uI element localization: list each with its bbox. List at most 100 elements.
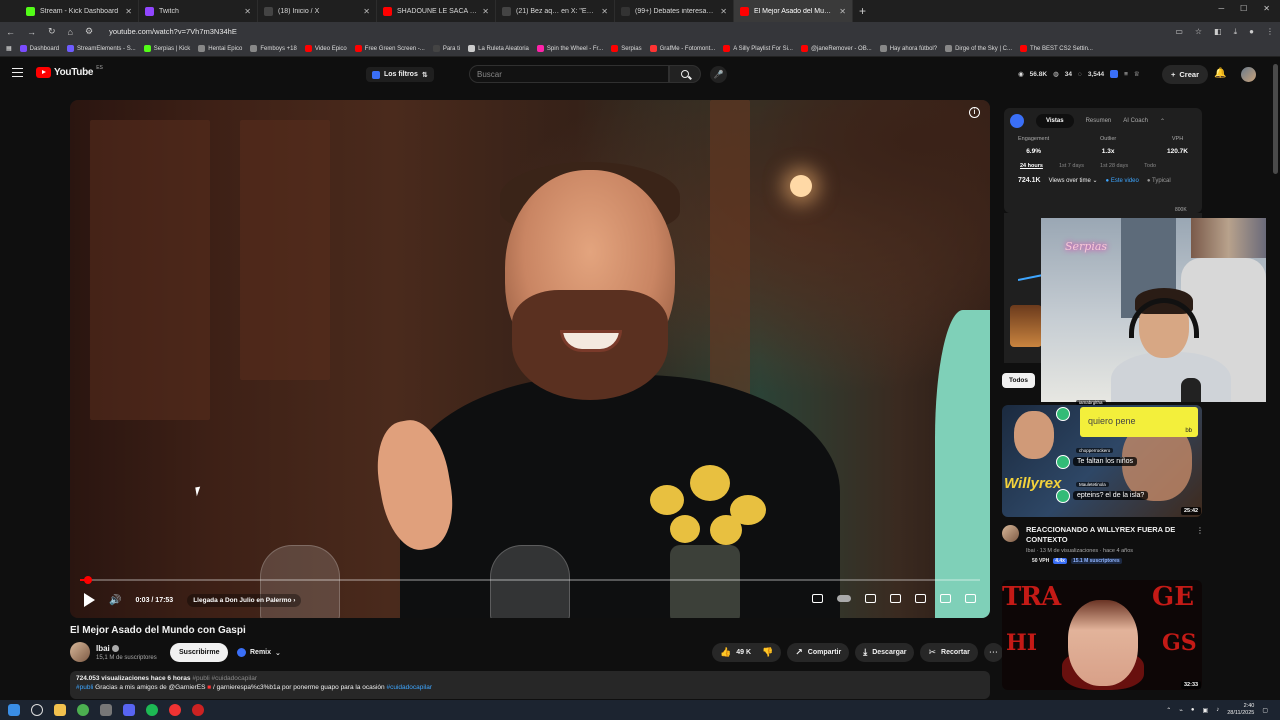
share-button[interactable]: ↗ Compartir [787,643,850,662]
extension-icon[interactable] [1110,70,1119,78]
cast-icon[interactable]: ▭ [1175,27,1183,37]
bookmark[interactable]: Serpias [611,45,642,52]
browser-tab[interactable]: Twitch ✕ [139,0,258,22]
subtitles-icon[interactable] [865,594,876,603]
more-options-icon[interactable]: ⋮ [1196,526,1204,535]
bookmark[interactable]: Dashboard [19,45,59,52]
minimize-icon[interactable]: ─ [1218,4,1224,13]
bookmark[interactable]: StreamElements - S... [67,45,136,52]
sidebar-thumbnail-small[interactable] [1010,305,1042,347]
app-icon[interactable] [169,704,181,716]
list-icon[interactable]: ≡ [1124,71,1128,78]
progress-bar[interactable] [80,576,980,584]
range-7d[interactable]: 1st 7 days [1059,163,1084,169]
forward-icon[interactable]: → [27,27,36,37]
range-24h[interactable]: 24 hours [1020,163,1043,169]
views-dropdown[interactable]: Views over time ⌄ [1049,177,1098,184]
subscribe-button[interactable]: Suscribirme [170,643,229,662]
url-field[interactable]: youtube.com/watch?v=7Vh7m3N34hE [109,27,1163,36]
bookmark[interactable]: Free Green Screen -... [354,45,425,52]
tab-ai-coach[interactable]: AI Coach [1123,118,1148,124]
filters-button[interactable]: Los filtros ⇅ [366,67,434,82]
app-icon[interactable] [100,704,112,716]
autoplay-toggle[interactable] [837,595,851,602]
obs-icon[interactable] [192,704,204,716]
bookmark[interactable]: A Silly Playlist For Si... [723,45,793,52]
notifications-bell-icon[interactable]: 🔔 [1214,68,1226,79]
cast-icon[interactable] [940,594,951,603]
close-icon[interactable]: ✕ [482,7,489,16]
collapse-icon[interactable]: ⌃ [1160,118,1165,125]
microphone-icon[interactable]: ● [1191,707,1195,713]
home-icon[interactable]: ⌂ [68,27,73,37]
profile-icon[interactable]: ● [1249,27,1254,37]
usb-icon[interactable]: ⌁ [1179,707,1183,714]
miniplayer-icon[interactable] [915,594,926,603]
voice-search-icon[interactable]: 🎤 [710,66,727,83]
notification-icon[interactable]: ▢ [1262,707,1268,714]
settings-icon[interactable] [890,594,901,603]
bookmark[interactable]: GrafMe - Fotomont... [649,45,715,52]
youtube-logo[interactable]: YouTube ES [36,65,103,78]
close-icon[interactable]: ✕ [125,7,132,16]
range-all[interactable]: Todo [1144,163,1156,169]
fullscreen-icon[interactable] [965,594,976,603]
bookmark[interactable]: La Ruleta Aleatoria [468,45,529,52]
discord-icon[interactable] [123,704,135,716]
close-icon[interactable]: ✕ [839,7,846,16]
video-player[interactable]: i 🔊 0:03 / 17:53 Llegada a Don Julio en … [70,100,990,618]
sidebar-video-title[interactable]: REACCIONANDO A WILLYREX FUERA DE CONTEXT… [1026,525,1186,545]
close-icon[interactable]: ✕ [720,7,727,16]
search-icon[interactable] [31,704,43,716]
channel-name[interactable]: Ibai [96,644,119,653]
volume-icon[interactable]: ♪ [1216,707,1219,713]
windows-start-icon[interactable] [8,704,20,716]
menu-icon[interactable]: ⋮ [1266,27,1274,37]
bookmark[interactable]: Serpias | Kick [143,45,190,52]
channel-avatar[interactable] [1002,525,1019,542]
bookmark[interactable]: Hay ahora fútbol? [879,45,937,52]
create-button[interactable]: + Crear [1162,65,1208,84]
maximize-icon[interactable]: ☐ [1240,4,1247,13]
chrome-icon[interactable] [77,704,89,716]
more-actions-icon[interactable]: ⋯ [983,643,1003,662]
close-icon[interactable]: ✕ [363,7,370,16]
clip-button[interactable]: ✂ Recortar [920,643,978,662]
bookmark[interactable]: Para ti [432,45,460,52]
clock[interactable]: 2:40 28/11/2025 [1227,703,1254,717]
browser-tab[interactable]: SHADOUNE LE SACA a XOKAS✕ [377,0,496,22]
bookmark[interactable]: Dirge of the Sky | C... [945,45,1012,52]
thumbs-down-icon[interactable]: 👎 [762,647,773,658]
bookmark[interactable]: Hentai Epico [198,45,242,52]
reload-icon[interactable]: ↻ [48,26,56,37]
hamburger-menu-icon[interactable] [12,68,23,77]
close-icon[interactable]: ✕ [601,7,608,16]
browser-tab[interactable]: Stream - Kick Dashboard ✕ [20,0,139,22]
tab-resumen[interactable]: Resumen [1086,118,1112,124]
thumbs-up-icon[interactable]: 👍 [720,647,731,658]
site-info-icon[interactable]: ⚙ [85,26,93,37]
browser-tab[interactable]: (99+) Debates interesantes con✕ [615,0,734,22]
remix-button[interactable]: Remix ⌄ [231,645,287,660]
download-icon[interactable]: ⤓ [1234,27,1238,37]
account-avatar[interactable] [1241,67,1256,82]
tab-vistas[interactable]: Vistas [1036,114,1074,128]
browser-tab[interactable]: (18) Inicio / X ✕ [258,0,377,22]
chip-todos[interactable]: Todos [1002,373,1036,388]
file-explorer-icon[interactable] [54,704,66,716]
spotify-icon[interactable] [146,704,158,716]
extension-player-icon[interactable] [812,594,823,603]
download-button[interactable]: ⤓ Descargar [855,643,915,662]
trophy-icon[interactable]: ♕ [1134,70,1140,78]
close-window-icon[interactable]: ✕ [1263,4,1270,13]
extensions-icon[interactable]: ◧ [1214,27,1222,37]
close-icon[interactable]: ✕ [244,7,251,16]
search-button[interactable] [669,65,701,83]
bookmark-star-icon[interactable]: ☆ [1195,27,1202,37]
play-icon[interactable] [84,593,95,607]
chapter-button[interactable]: Llegada a Don Julio en Palermo › [187,593,302,607]
volume-icon[interactable]: 🔊 [109,595,121,606]
description-box[interactable]: 724.053 visualizaciones hace 6 horas #pu… [70,671,990,699]
bookmark[interactable]: Femboys +18 [250,45,297,52]
progress-scrubber[interactable] [84,576,92,584]
